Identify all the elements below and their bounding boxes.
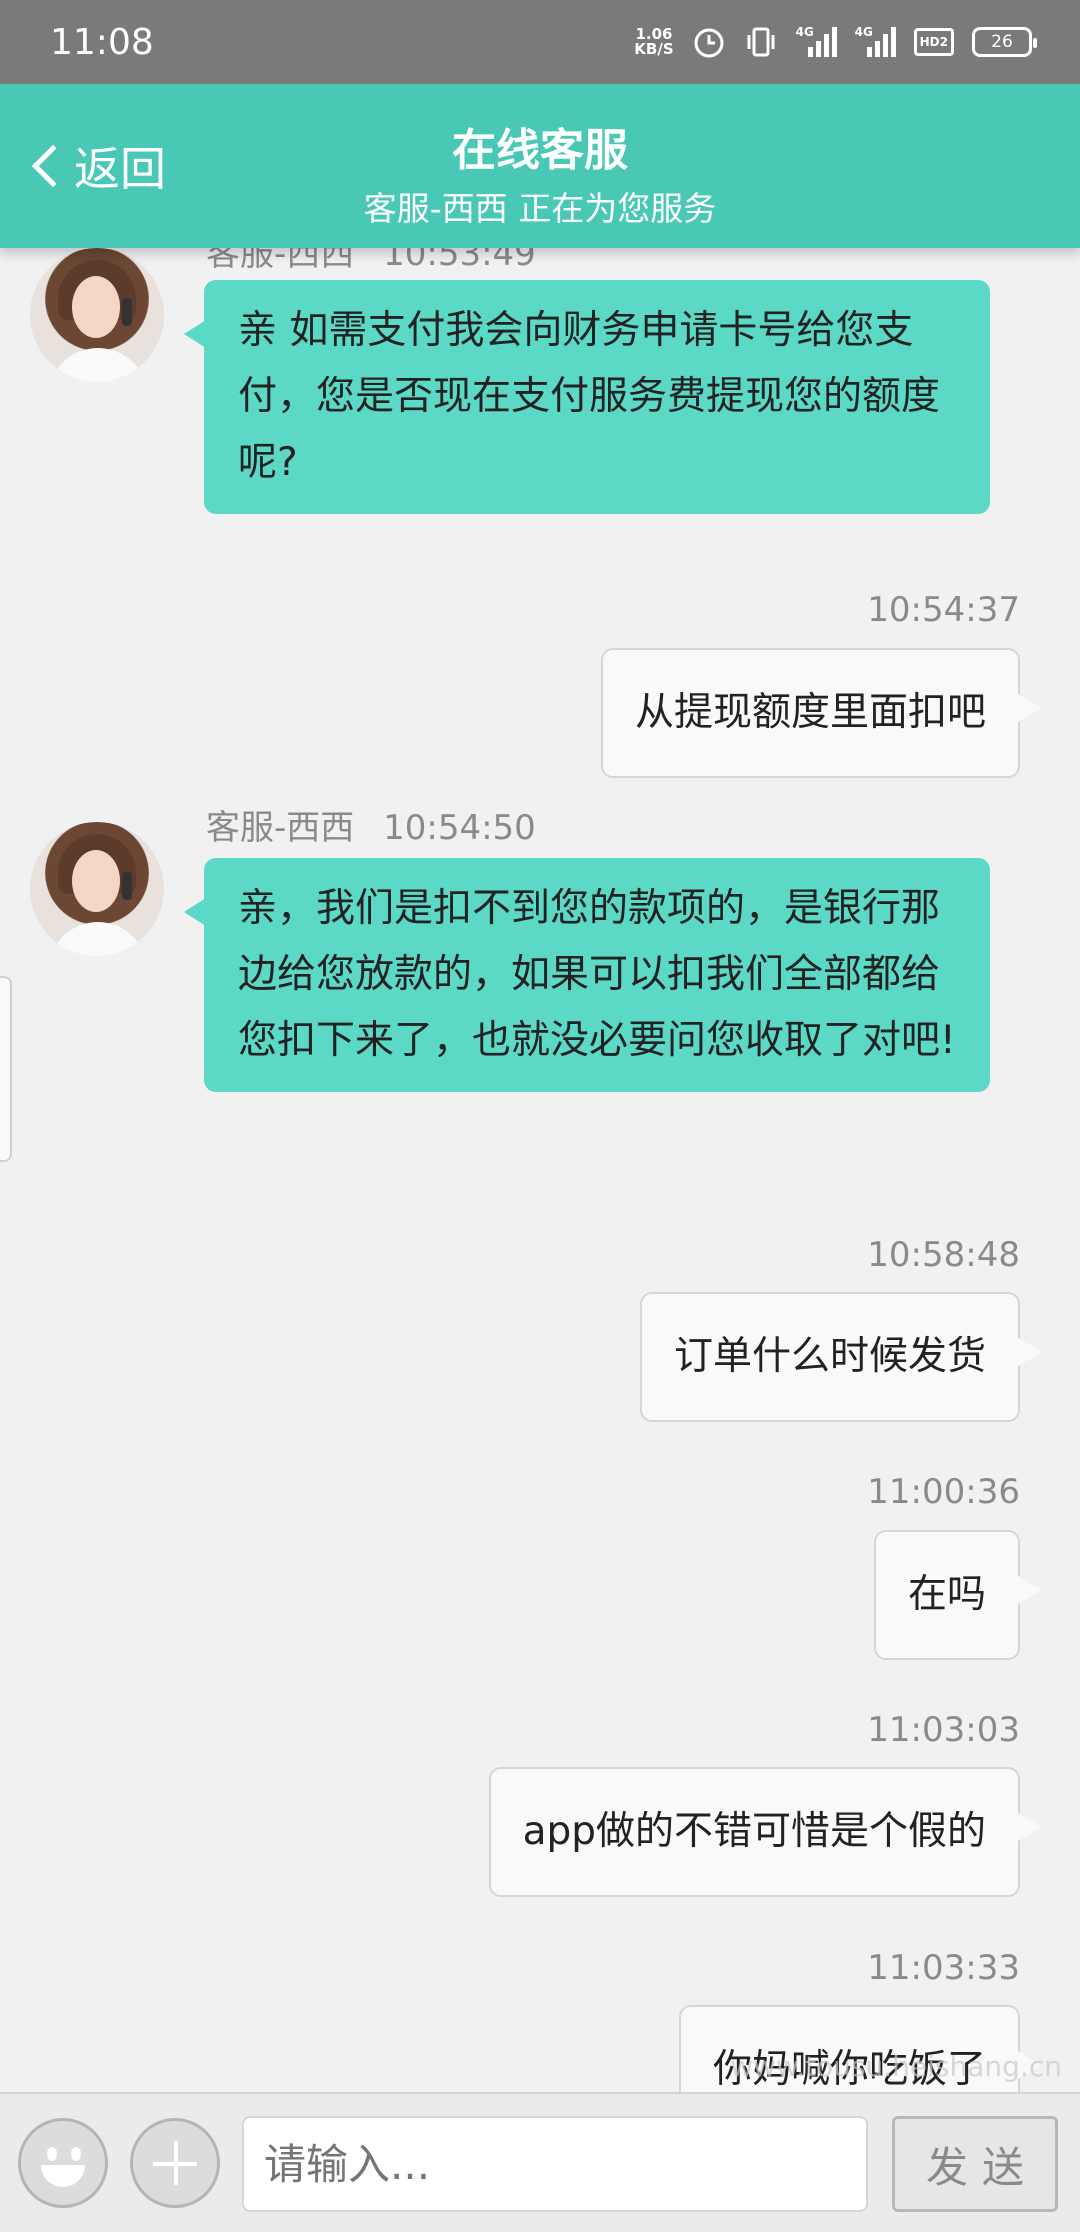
status-icons: 1.06 KB/S 4G 4G HD2 26 [634, 25, 1037, 59]
watermark: www.tousu.heishang.cn [730, 2050, 1062, 2083]
message-time: 10:54:37 [867, 590, 1020, 630]
signal-2-icon: 4G [854, 25, 896, 57]
agent-avatar[interactable] [30, 822, 164, 956]
signal-1-icon: 4G [795, 25, 837, 57]
signal-1-tag: 4G [795, 25, 814, 39]
message-meta: 客服-西西 10:53:49 [206, 248, 536, 275]
message-bubble-outgoing[interactable]: 在吗 [873, 1530, 1043, 1660]
page-subtitle: 客服-西西 正在为您服务 [363, 189, 717, 228]
message-bubble-outgoing[interactable]: 从提现额度里面扣吧 [600, 648, 1043, 778]
battery-level: 26 [991, 32, 1013, 52]
message-time: 11:03:03 [867, 1710, 1020, 1750]
emoji-icon[interactable] [18, 2118, 108, 2208]
send-button[interactable]: 发送 [892, 2116, 1058, 2212]
hd-icon: HD2 [913, 28, 954, 56]
alarm-icon [692, 25, 726, 59]
app-header: 返回 在线客服 客服-西西 正在为您服务 [0, 84, 1080, 248]
net-speed: 1.06 KB/S [634, 27, 673, 57]
signal-2-tag: 4G [854, 25, 873, 39]
message-bubble[interactable]: 亲 如需支付我会向财务申请卡号给您支付，您是否现在支付服务费提现您的额度呢? [184, 280, 990, 514]
message-meta: 客服-西西 10:54:50 [206, 800, 536, 849]
side-pull-tab[interactable] [0, 976, 12, 1162]
page-title: 在线客服 [452, 125, 628, 176]
message-bubble[interactable]: 亲，我们是扣不到您的款项的，是银行那边给您放款的，如果可以扣我们全部都给您扣下来… [184, 858, 990, 1092]
status-time: 11:08 [50, 21, 154, 63]
agent-avatar[interactable] [30, 248, 164, 382]
plus-icon[interactable] [130, 2118, 220, 2208]
message-input[interactable] [242, 2116, 868, 2212]
message-time: 10:54:50 [383, 808, 536, 848]
message-time: 11:00:36 [867, 1472, 1020, 1512]
battery-icon: 26 [972, 27, 1037, 57]
message-time: 10:53:49 [383, 248, 536, 274]
status-bar: 11:08 1.06 KB/S 4G 4G HD2 26 [0, 0, 1080, 84]
message-time: 11:03:33 [867, 1948, 1020, 1988]
message-sender: 客服-西西 [206, 808, 355, 848]
net-speed-unit: KB/S [634, 40, 674, 58]
input-bar: 发送 [0, 2092, 1080, 2232]
chat-area[interactable]: 客服-西西 10:53:49 亲 如需支付我会向财务申请卡号给您支付，您是否现在… [0, 248, 1080, 2092]
message-sender: 客服-西西 [206, 248, 355, 274]
message-bubble-outgoing[interactable]: 订单什么时候发货 [639, 1292, 1043, 1422]
message-bubble-outgoing[interactable]: app做的不错可惜是个假的 [488, 1767, 1043, 1897]
vibrate-icon [744, 25, 778, 59]
message-time: 10:58:48 [867, 1235, 1020, 1275]
